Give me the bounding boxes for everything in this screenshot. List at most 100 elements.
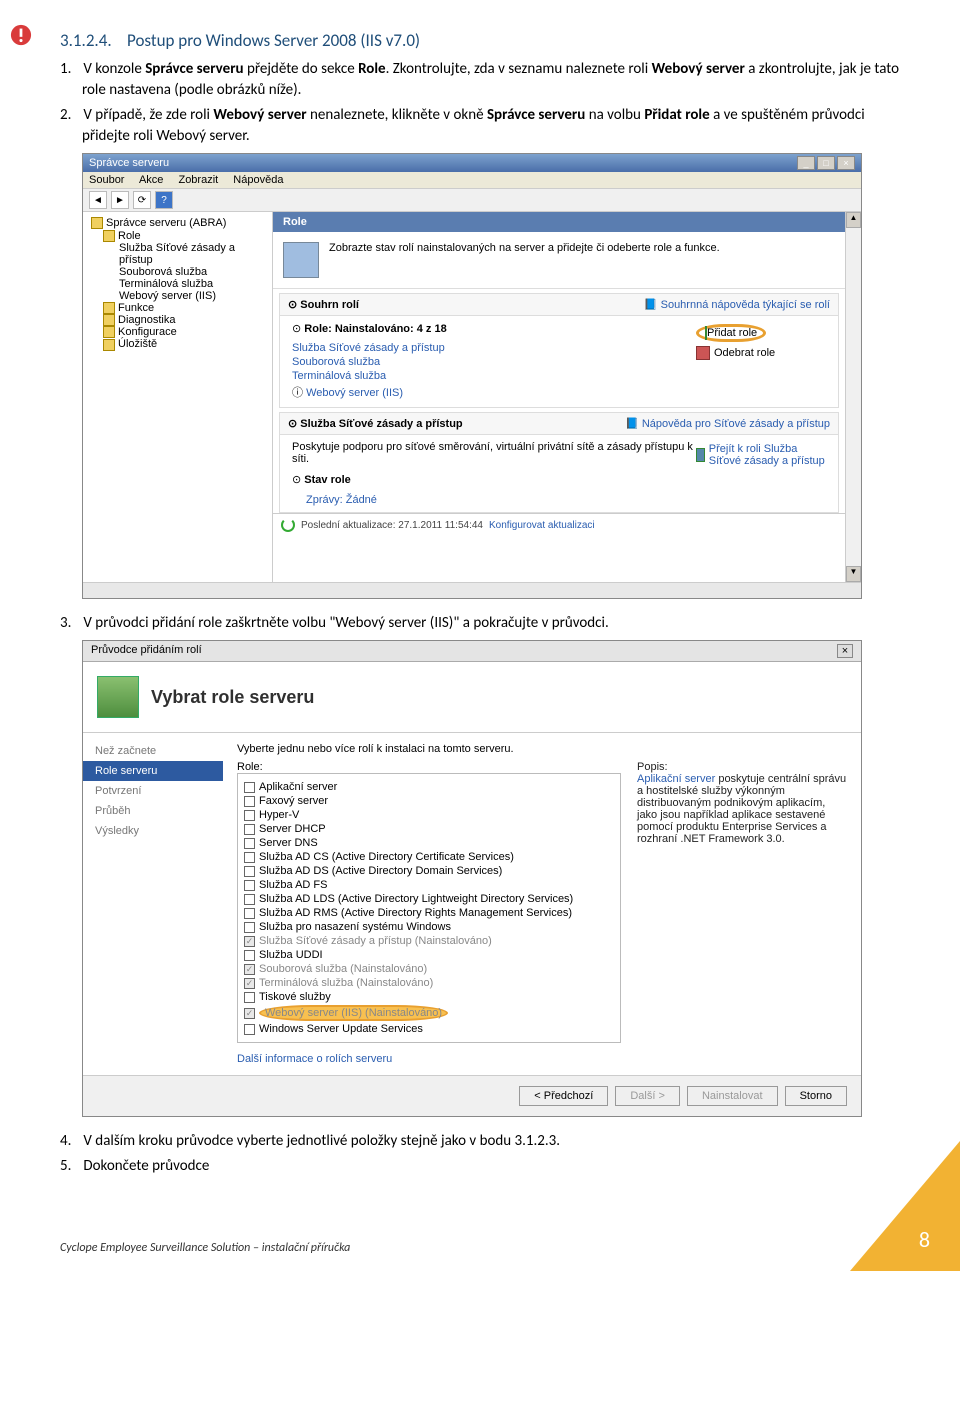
messages-link[interactable]: Zprávy: Žádné [292,494,696,506]
configure-update-link[interactable]: Konfigurovat aktualizaci [489,520,595,531]
popis-link[interactable]: Aplikační server [637,773,715,785]
footer-text: Cyclope Employee Surveillance Solution –… [60,1241,960,1255]
tree-role[interactable]: Role [87,230,268,242]
role-checkbox-item[interactable]: Tiskové služby [244,990,614,1004]
roles-listbox[interactable]: Aplikační serverFaxový serverHyper-VServ… [237,773,621,1043]
refresh-button[interactable]: ⟳ [133,191,151,209]
role-label: Služba pro nasazení systému Windows [259,921,451,933]
tree-features[interactable]: Funkce [87,302,268,314]
summary-panel-header[interactable]: ⊙ Souhrn rolí 📘 Souhrnná nápověda týkají… [279,293,839,316]
window-title: Správce serveru [89,157,169,169]
checkbox-icon [244,838,255,849]
menu-action[interactable]: Akce [139,174,163,186]
next-button[interactable]: Další > [615,1086,680,1106]
role-header: Role [273,212,845,232]
tree-item[interactable]: Webový server (IIS) [87,290,268,302]
role-checkbox-item[interactable]: Windows Server Update Services [244,1022,614,1036]
tree-item[interactable]: Terminálová služba [87,278,268,290]
folder-icon [103,314,115,326]
role-checkbox-item[interactable]: Server DHCP [244,822,614,836]
role-checkbox-item[interactable]: Aplikační server [244,780,614,794]
checkbox-icon [244,880,255,891]
role-link[interactable]: Terminálová služba [292,369,447,383]
tree-storage[interactable]: Úložiště [87,338,268,350]
close-button[interactable]: × [837,156,855,170]
role-checkbox-item[interactable]: Hyper-V [244,808,614,822]
role-checkbox-item[interactable]: Služba AD RMS (Active Directory Rights M… [244,906,614,920]
menu-view[interactable]: Zobrazit [178,174,218,186]
maximize-button[interactable]: □ [817,156,835,170]
back-button[interactable]: ◄ [89,191,107,209]
role-label: Služba AD DS (Active Directory Domain Se… [259,865,502,877]
cancel-button[interactable]: Storno [785,1086,847,1106]
tree-config[interactable]: Konfigurace [87,326,268,338]
role-checkbox-item[interactable]: Služba pro nasazení systému Windows [244,920,614,934]
folder-icon [103,230,115,242]
checkbox-icon: ✓ [244,964,255,975]
role-checkbox-item[interactable]: Služba AD LDS (Active Directory Lightwei… [244,892,614,906]
minimize-button[interactable]: _ [797,156,815,170]
page-corner-decoration [850,1141,960,1271]
step-confirmation[interactable]: Potvrzení [83,781,223,801]
menu-file[interactable]: Soubor [89,174,124,186]
scroll-down-button[interactable]: ▼ [846,566,861,582]
status-bar: Poslední aktualizace: 27.1.2011 11:54:44… [273,513,845,536]
role-link[interactable]: Souborová služba [292,355,447,369]
service-help-link[interactable]: 📘 Nápověda pro Síťové zásady a přístup [625,417,830,430]
step-number: 4. [60,1131,80,1152]
checkbox-icon [244,810,255,821]
menu-bar: Soubor Akce Zobrazit Nápověda [83,172,861,189]
horizontal-scrollbar[interactable] [83,582,861,598]
role-checkbox-item[interactable]: Služba AD DS (Active Directory Domain Se… [244,864,614,878]
goto-role-link[interactable]: Přejít k roli Služba Síťové zásady a pří… [696,441,826,469]
scroll-up-button[interactable]: ▲ [846,212,861,228]
server-manager-window: Správce serveru _ □ × Soubor Akce Zobraz… [82,153,862,599]
role-label: Služba Síťové zásady a přístup (Nainstal… [259,935,492,947]
scroll-track[interactable] [846,228,861,566]
more-info-link[interactable]: Další informace o rolích serveru [237,1053,392,1065]
previous-button[interactable]: < Předchozí [519,1086,608,1106]
role-checkbox-item[interactable]: Služba UDDI [244,948,614,962]
checkbox-icon [244,866,255,877]
folder-icon [103,302,115,314]
role-label: Terminálová služba (Nainstalováno) [259,977,433,989]
wizard-lead: Vyberte jednu nebo více rolí k instalaci… [237,743,847,755]
step-before-you-begin[interactable]: Než začnete [83,741,223,761]
role-checkbox-item[interactable]: Faxový server [244,794,614,808]
close-button[interactable]: × [837,644,853,658]
tree-root[interactable]: Správce serveru (ABRA) [87,216,268,230]
bold-text: Správce serveru [487,106,585,124]
step-text: nenaleznete, klikněte v okně [307,106,487,124]
role-checkbox-item[interactable]: Služba AD FS [244,878,614,892]
page-number: 8 [919,1226,930,1253]
status-panel-header[interactable]: ⊙ Stav role [292,473,696,486]
refresh-icon [281,518,295,532]
install-button[interactable]: Nainstalovat [687,1086,778,1106]
role-label: Aplikační server [259,781,337,793]
step-results[interactable]: Výsledky [83,821,223,841]
add-roles-link[interactable]: Přidat role [696,322,826,344]
role-checkbox-item[interactable]: Služba AD CS (Active Directory Certifica… [244,850,614,864]
step-progress[interactable]: Průběh [83,801,223,821]
service-panel-header[interactable]: ⊙ Služba Síťové zásady a přístup 📘 Nápov… [279,412,839,435]
heading-title: Postup pro Windows Server 2008 (IIS v7.0… [127,30,420,51]
checkbox-icon [244,950,255,961]
folder-icon [103,339,115,351]
help-button[interactable]: ? [155,191,173,209]
role-label: Služba AD FS [259,879,327,891]
menu-help[interactable]: Nápověda [233,174,283,186]
step-server-roles[interactable]: Role serveru [83,761,223,781]
summary-help-link[interactable]: 📘 Souhrnná nápověda týkající se rolí [644,298,830,311]
tree-item[interactable]: Souborová služba [87,266,268,278]
tree-diagnostics[interactable]: Diagnostika [87,314,268,326]
role-link[interactable]: ⓘ Webový server (IIS) [292,383,447,401]
role-description: Zobrazte stav rolí nainstalovaných na se… [329,242,720,278]
role-link[interactable]: Služba Síťové zásady a přístup [292,341,447,355]
checkbox-icon [244,1024,255,1035]
forward-button[interactable]: ► [111,191,129,209]
role-checkbox-item[interactable]: Server DNS [244,836,614,850]
vertical-scrollbar[interactable]: ▲ ▼ [845,212,861,582]
add-roles-wizard: Průvodce přidáním rolí × Vybrat role ser… [82,640,862,1117]
tree-item[interactable]: Služba Síťové zásady a přístup [87,242,268,266]
remove-roles-link[interactable]: Odebrat role [696,344,826,362]
